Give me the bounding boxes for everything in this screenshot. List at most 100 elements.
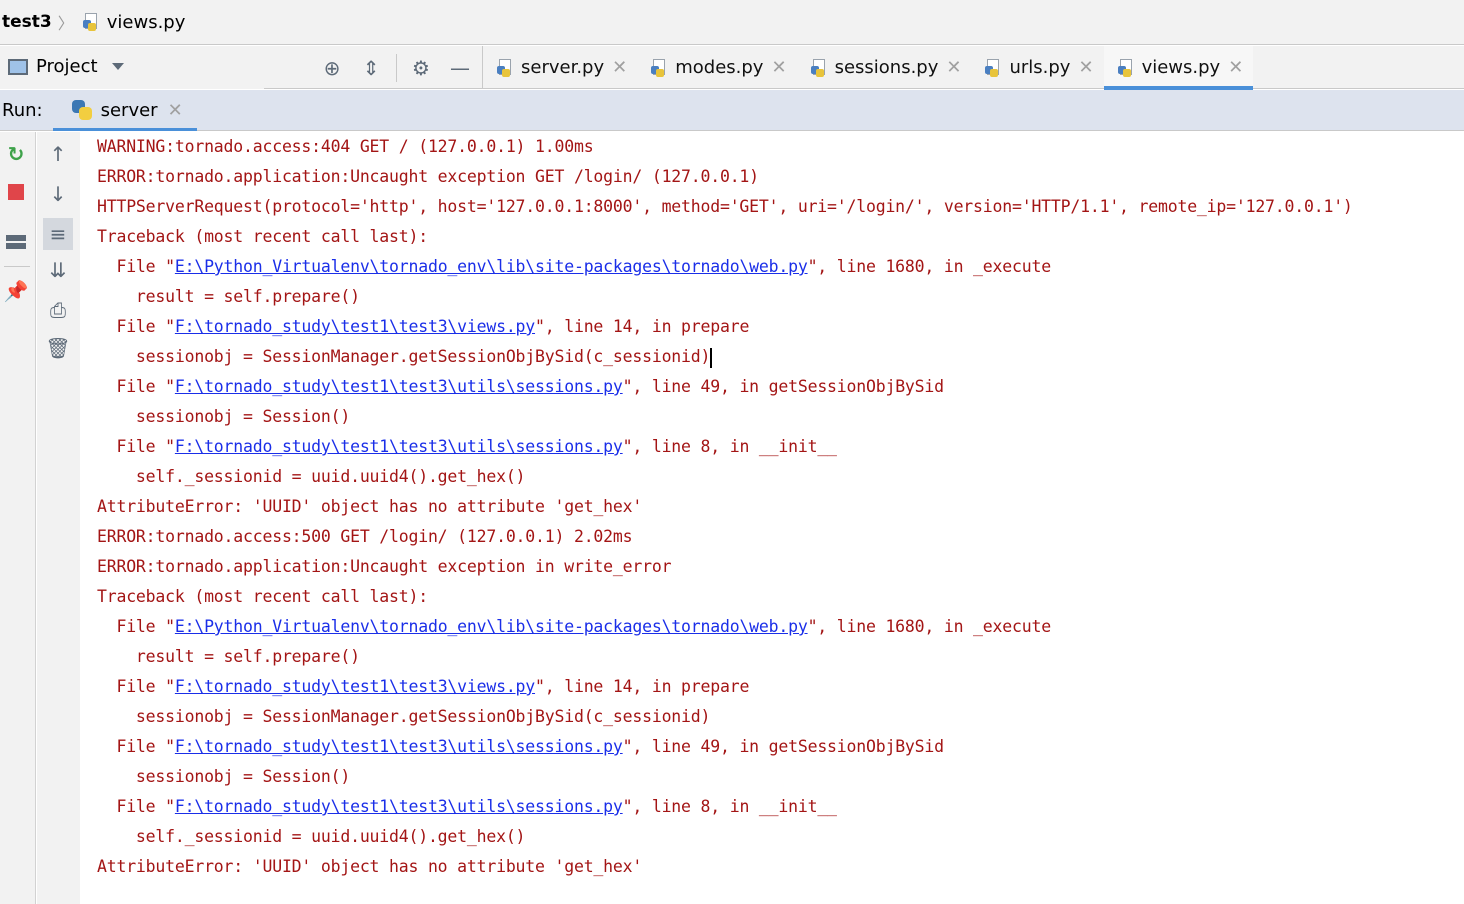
console-line-text: result = self.prepare()	[97, 647, 360, 666]
console-line-suffix: ", line 1680, in _execute	[807, 617, 1052, 636]
file-path-link[interactable]: F:\tornado_study\test1\test3\views.py	[175, 317, 535, 336]
breadcrumb-project[interactable]: test3	[0, 12, 52, 32]
console-line-suffix: ", line 49, in getSessionObjBySid	[622, 377, 944, 396]
file-path-link[interactable]: E:\Python_Virtualenv\tornado_env\lib\sit…	[175, 257, 808, 276]
soft-wrap-icon[interactable]: ≡	[43, 218, 73, 250]
python-file-icon	[497, 58, 515, 77]
console-line: ERROR:tornado.application:Uncaught excep…	[97, 162, 1464, 192]
file-path-link[interactable]: F:\tornado_study\test1\test3\utils\sessi…	[175, 737, 623, 756]
console-line: sessionobj = SessionManager.getSessionOb…	[97, 702, 1464, 732]
console-line-suffix: ", line 1680, in _execute	[807, 257, 1052, 276]
file-path-link[interactable]: F:\tornado_study\test1\test3\views.py	[175, 677, 535, 696]
console-line-prefix: File "	[97, 257, 175, 276]
rerun-icon[interactable]: ↻	[2, 140, 30, 168]
console-line-text: result = self.prepare()	[97, 287, 360, 306]
console-traceback-file-line: File "E:\Python_Virtualenv\tornado_env\l…	[97, 252, 1464, 282]
console-line-text: self._sessionid = uuid.uuid4().get_hex()	[97, 467, 526, 486]
console-traceback-file-line: File "F:\tornado_study\test1\test3\views…	[97, 312, 1464, 342]
run-tab-label: server	[100, 99, 158, 121]
close-icon[interactable]: ✕	[1228, 57, 1243, 78]
project-view-selector[interactable]: Project	[0, 46, 264, 89]
tab-views-py[interactable]: views.py ✕	[1103, 46, 1254, 90]
console-line-text: sessionobj = Session()	[97, 767, 351, 786]
breadcrumb-separator-icon: 〉	[57, 14, 74, 33]
console-line: ERROR:tornado.access:500 GET /login/ (12…	[97, 522, 1464, 552]
console-actions-gutter: ↑ ↓ ≡ ⇊ ⎙ 🗑	[37, 132, 80, 904]
arrow-down-icon[interactable]: ↓	[44, 180, 72, 208]
file-path-link[interactable]: F:\tornado_study\test1\test3\utils\sessi…	[175, 377, 623, 396]
breadcrumb-file[interactable]: views.py	[82, 11, 186, 33]
console-line-text: ERROR:tornado.access:500 GET /login/ (12…	[97, 527, 633, 546]
text-cursor	[710, 347, 713, 368]
minimize-icon[interactable]: —	[448, 56, 472, 80]
breadcrumb-file-label: views.py	[106, 11, 186, 33]
close-icon[interactable]: ✕	[1078, 57, 1093, 78]
run-actions-gutter: ↻ 📌	[0, 132, 36, 904]
toolbar-divider	[396, 54, 397, 82]
console-line: Traceback (most recent call last):	[97, 222, 1464, 252]
console-line-text: Traceback (most recent call last):	[97, 587, 428, 606]
console-traceback-file-line: File "F:\tornado_study\test1\test3\utils…	[97, 372, 1464, 402]
tab-label: sessions.py	[834, 57, 939, 78]
gutter-divider	[4, 266, 30, 267]
run-label: Run:	[2, 99, 43, 121]
console-line-suffix: ", line 8, in __init__	[622, 437, 837, 456]
console-traceback-file-line: File "F:\tornado_study\test1\test3\utils…	[97, 432, 1464, 462]
tab-sessions-py[interactable]: sessions.py ✕	[797, 46, 972, 89]
scroll-to-end-icon[interactable]: ⇊	[44, 256, 72, 284]
console-line-prefix: File "	[97, 437, 175, 456]
close-icon[interactable]: ✕	[946, 57, 961, 78]
console-traceback-file-line: File "F:\tornado_study\test1\test3\utils…	[97, 732, 1464, 762]
console-line-prefix: File "	[97, 317, 175, 336]
stop-icon[interactable]	[2, 178, 30, 206]
collapse-all-icon[interactable]: ⇕	[359, 56, 383, 80]
tab-server-py[interactable]: server.py ✕	[483, 46, 637, 89]
console-line: sessionobj = Session()	[97, 402, 1464, 432]
console-line-text: AttributeError: 'UUID' object has no att…	[97, 497, 643, 516]
console-line-prefix: File "	[97, 737, 175, 756]
restore-layout-icon[interactable]	[2, 228, 30, 256]
tab-modes-py[interactable]: modes.py ✕	[637, 46, 796, 89]
console-line: WARNING:tornado.access:404 GET / (127.0.…	[97, 132, 1464, 162]
chevron-down-icon[interactable]	[111, 63, 124, 70]
gear-icon[interactable]: ⚙	[409, 56, 433, 80]
console-line: HTTPServerRequest(protocol='http', host=…	[97, 192, 1464, 222]
tab-label: server.py	[521, 57, 605, 78]
console-line: AttributeError: 'UUID' object has no att…	[97, 492, 1464, 522]
python-file-icon	[651, 58, 669, 77]
console-line-prefix: File "	[97, 677, 175, 696]
console-line-text: Traceback (most recent call last):	[97, 227, 428, 246]
python-icon	[71, 99, 93, 121]
python-file-icon	[82, 13, 101, 31]
tab-urls-py[interactable]: urls.py ✕	[971, 46, 1103, 89]
close-icon[interactable]: ✕	[168, 100, 183, 121]
console-line: sessionobj = SessionManager.getSessionOb…	[97, 342, 1464, 372]
console-output[interactable]: WARNING:tornado.access:404 GET / (127.0.…	[80, 132, 1464, 904]
file-path-link[interactable]: F:\tornado_study\test1\test3\utils\sessi…	[175, 437, 623, 456]
file-path-link[interactable]: E:\Python_Virtualenv\tornado_env\lib\sit…	[175, 617, 808, 636]
close-icon[interactable]: ✕	[771, 57, 786, 78]
console-line-suffix: ", line 14, in prepare	[535, 317, 750, 336]
console-line-text: ERROR:tornado.application:Uncaught excep…	[97, 167, 759, 186]
console-line-text: AttributeError: 'UUID' object has no att…	[97, 857, 643, 876]
console-line-text: ERROR:tornado.application:Uncaught excep…	[97, 557, 672, 576]
console-line: Traceback (most recent call last):	[97, 582, 1464, 612]
project-folder-icon	[8, 58, 28, 75]
pin-icon[interactable]: 📌	[2, 277, 30, 305]
console-line-suffix: ", line 49, in getSessionObjBySid	[622, 737, 944, 756]
print-icon[interactable]: ⎙	[44, 296, 72, 324]
console-line: AttributeError: 'UUID' object has no att…	[97, 852, 1464, 882]
console-line-prefix: File "	[97, 377, 175, 396]
close-icon[interactable]: ✕	[612, 57, 627, 78]
arrow-up-icon[interactable]: ↑	[44, 140, 72, 168]
tab-label: views.py	[1141, 57, 1221, 78]
console-line: self._sessionid = uuid.uuid4().get_hex()	[97, 462, 1464, 492]
console-traceback-file-line: File "F:\tornado_study\test1\test3\utils…	[97, 792, 1464, 822]
run-tab-server[interactable]: server ✕	[52, 90, 197, 131]
trash-icon[interactable]: 🗑	[44, 334, 72, 362]
editor-toolbar: Project ⊕ ⇕ ⚙ — server.py ✕ modes.py ✕ s…	[0, 46, 1464, 90]
locate-target-icon[interactable]: ⊕	[320, 56, 344, 80]
console-line: result = self.prepare()	[97, 642, 1464, 672]
console-line-text: sessionobj = SessionManager.getSessionOb…	[97, 707, 711, 726]
file-path-link[interactable]: F:\tornado_study\test1\test3\utils\sessi…	[175, 797, 623, 816]
